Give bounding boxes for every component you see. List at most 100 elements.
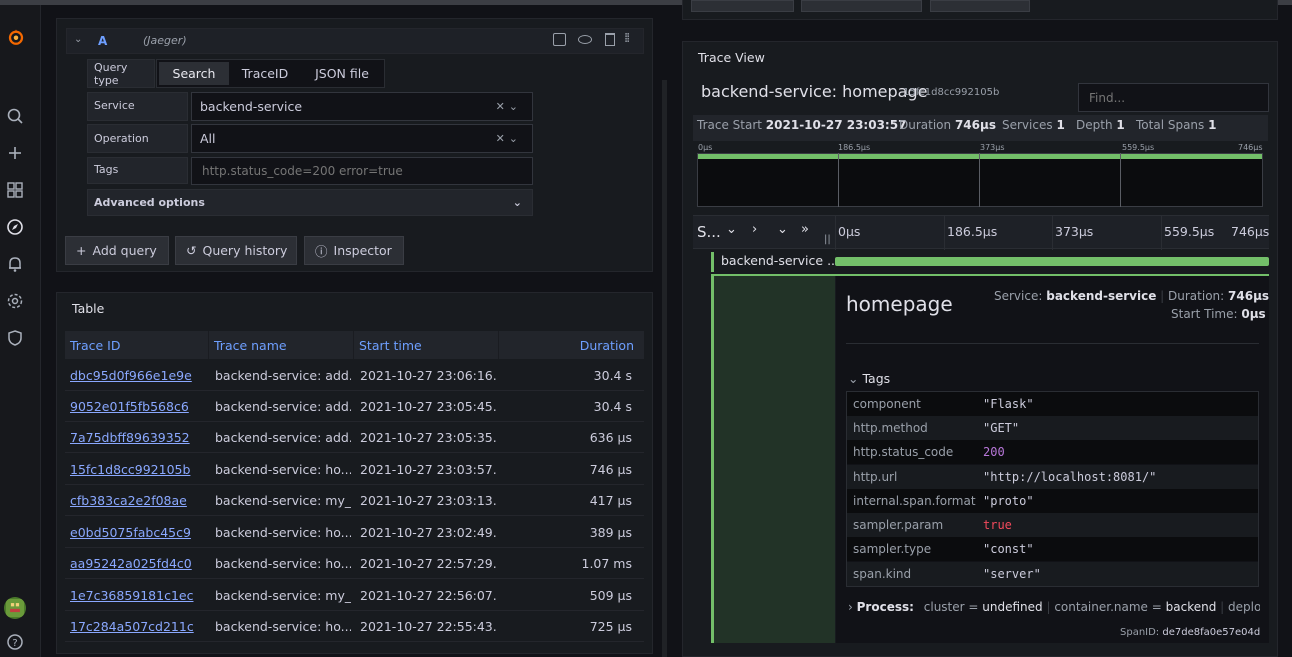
span-operation-name: homepage	[846, 292, 953, 316]
tag-key: http.status_code	[853, 445, 954, 459]
tag-key: sampler.param	[853, 518, 944, 532]
trace-id-link[interactable]: 17c284a507cd211c	[70, 611, 210, 641]
cut-off-button[interactable]	[691, 0, 794, 12]
expand-all-icon[interactable]: »	[801, 222, 809, 237]
collapse-chevron-icon[interactable]: ⌄	[74, 34, 82, 45]
total-spans-stat: Total Spans 1	[1136, 118, 1217, 132]
duration-cell: 30.4 s	[593, 398, 632, 414]
tag-value: "proto"	[983, 494, 1034, 508]
duration-cell: 1.07 ms	[581, 555, 633, 571]
delete-query-trash-icon[interactable]	[605, 33, 615, 46]
tags-label: Tags	[87, 157, 188, 184]
start-time-cell: 2021-10-27 23:06:16....	[360, 367, 497, 383]
column-header-trace-name[interactable]: Trace name	[209, 331, 354, 359]
duration-cell: 417 µs	[589, 492, 632, 508]
process-section-toggle[interactable]: › Process: cluster = undefined | contain…	[848, 600, 1260, 614]
trace-id-link[interactable]: 9052e01f5fb568c6	[70, 391, 210, 421]
table-row: 9052e01f5fb568c6 backend-service: add... 2…	[65, 391, 644, 422]
span-id: SpanID: de7de8fa0e57e04d	[1120, 627, 1261, 638]
tags-section-toggle[interactable]: ⌄ Tags	[848, 371, 890, 386]
column-header-start-time[interactable]: Start time	[354, 331, 499, 359]
query-type-traceid-tab[interactable]: TraceID	[230, 62, 300, 85]
span-service-label[interactable]: backend-service ...	[721, 253, 839, 268]
tag-key: http.url	[853, 470, 898, 484]
trace-title: backend-service: homepage	[701, 82, 928, 101]
tag-value: "const"	[983, 542, 1034, 556]
column-resizer-icon[interactable]: ||	[824, 234, 831, 245]
duration-cell: 509 µs	[589, 587, 632, 603]
clear-and-chevron-icon[interactable]: ✕⌄	[496, 132, 522, 145]
start-time-cell: 2021-10-27 22:55:43....	[360, 618, 497, 634]
cut-off-button[interactable]	[930, 0, 1030, 12]
duplicate-query-icon[interactable]	[553, 33, 566, 46]
trace-id-link[interactable]: 15fc1d8cc992105b	[70, 454, 210, 484]
find-input[interactable]	[1078, 83, 1269, 112]
table-row: e0bd5075fabc45c9 backend-service: ho... 20…	[65, 517, 644, 548]
drag-handle-icon[interactable]: ⁞⁞	[624, 31, 630, 46]
collapse-one-icon[interactable]: ⌄	[726, 222, 737, 237]
service-select[interactable]: backend-service ✕⌄	[191, 92, 533, 121]
trace-name-cell: backend-service: ho...	[215, 524, 351, 540]
start-time-cell: 2021-10-27 23:05:45....	[360, 398, 497, 414]
minimap-tick: 559.5µs	[1122, 143, 1155, 152]
start-time-cell: 2021-10-27 22:57:29....	[360, 555, 497, 571]
help-icon[interactable]: ?	[6, 633, 24, 651]
plus-icon[interactable]	[6, 144, 24, 162]
tag-row: component "Flask"	[847, 392, 1258, 416]
tag-row: span.kind "server"	[847, 562, 1258, 586]
start-time-cell: 2021-10-27 23:03:13....	[360, 492, 497, 508]
tag-key: http.method	[853, 421, 928, 435]
collapse-all-icon[interactable]: ⌄	[777, 222, 788, 237]
cut-off-button[interactable]	[801, 0, 922, 12]
trace-name-cell: backend-service: my_...	[215, 587, 351, 603]
operation-label: Operation	[87, 124, 188, 153]
query-history-button[interactable]: ↺ Query history	[175, 236, 297, 265]
dashboards-icon[interactable]	[6, 181, 24, 199]
column-header-duration[interactable]: Duration	[499, 331, 644, 359]
start-time-cell: 2021-10-27 23:02:49....	[360, 524, 497, 540]
shield-icon[interactable]	[6, 329, 24, 347]
duration-cell: 30.4 s	[593, 367, 632, 383]
query-letter[interactable]: A	[98, 34, 107, 48]
trace-id-link[interactable]: aa95242a025fd4c0	[70, 548, 210, 578]
span-duration-bar[interactable]	[835, 257, 1269, 266]
trace-minimap[interactable]	[697, 153, 1263, 207]
grafana-logo-icon[interactable]	[4, 25, 28, 49]
table-row: 15fc1d8cc992105b backend-service: ho... 20…	[65, 454, 644, 485]
minimap-span-bar	[698, 154, 1262, 159]
query-type-jsonfile-tab[interactable]: JSON file	[302, 62, 382, 85]
chevron-down-icon: ⌄	[848, 371, 859, 386]
tags-input[interactable]	[191, 157, 533, 185]
add-query-button[interactable]: + Add query	[65, 236, 169, 265]
trace-id-link[interactable]: 1e7c36859181c1ec	[70, 580, 210, 610]
operation-value: All	[200, 131, 216, 146]
inspector-button[interactable]: ⓘ Inspector	[304, 236, 404, 265]
user-avatar[interactable]	[4, 597, 26, 619]
explore-compass-icon[interactable]	[6, 218, 24, 236]
search-icon[interactable]	[6, 107, 24, 125]
tag-row: http.status_code 200	[847, 440, 1258, 464]
settings-gear-icon[interactable]	[6, 292, 24, 310]
trace-id-link[interactable]: 7a75dbff89639352	[70, 422, 210, 452]
clear-and-chevron-icon[interactable]: ✕⌄	[496, 100, 522, 113]
expand-one-icon[interactable]: ›	[752, 222, 757, 237]
table-title: Table	[72, 301, 105, 316]
tag-key: sampler.type	[853, 542, 932, 556]
operation-select[interactable]: All ✕⌄	[191, 124, 533, 153]
advanced-options-toggle[interactable]: Advanced options ⌄	[87, 189, 533, 216]
trace-id-link[interactable]: dbc95d0f966e1e9e	[70, 360, 210, 390]
trace-id-link[interactable]: cfb383ca2e2f08ae	[70, 485, 210, 515]
chevron-right-icon: ›	[848, 600, 853, 614]
span-service-accent	[711, 252, 714, 272]
tags-section-label: Tags	[862, 371, 891, 386]
tag-row: internal.span.format "proto"	[847, 489, 1258, 513]
left-pane-scrollbar[interactable]	[662, 80, 667, 657]
history-icon: ↺	[186, 243, 197, 258]
alerting-bell-icon[interactable]	[6, 255, 24, 273]
query-type-label: Query type	[87, 59, 155, 88]
hide-query-eye-icon[interactable]	[578, 35, 592, 44]
trace-id-link[interactable]: e0bd5075fabc45c9	[70, 517, 210, 547]
query-type-search-tab[interactable]: Search	[159, 62, 229, 85]
column-header-trace-id[interactable]: Trace ID	[65, 331, 209, 359]
trace-name-cell: backend-service: add...	[215, 367, 351, 383]
